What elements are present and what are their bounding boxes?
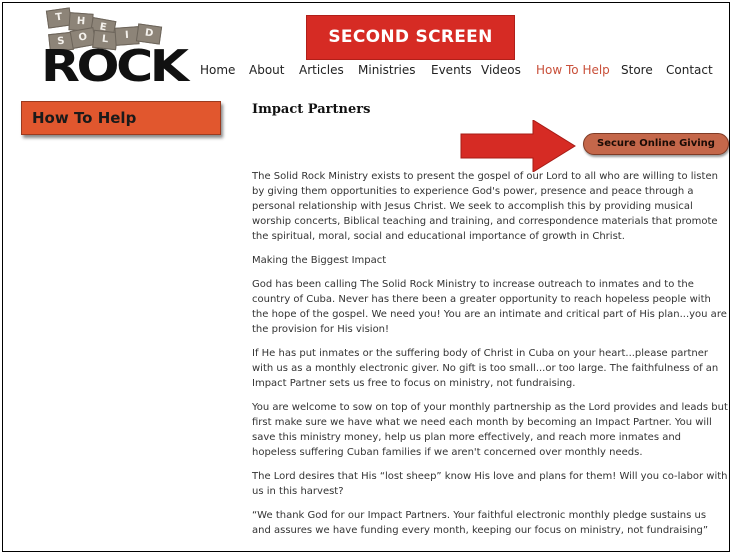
nav-about[interactable]: About	[249, 63, 284, 77]
sidebar-heading-how-to-help[interactable]: How To Help	[21, 101, 221, 135]
paragraph-sow: You are welcome to sow on top of your mo…	[252, 402, 728, 458]
paragraph-calling: God has been calling The Solid Rock Mini…	[252, 279, 727, 335]
paragraph-partner: If He has put inmates or the suffering b…	[252, 348, 719, 389]
main-nav: Home About Articles Ministries Events Vi…	[3, 63, 729, 83]
browser-page: T H E S O L I D ROCK Home About Articles…	[2, 2, 730, 552]
paragraph-mission: The Solid Rock Ministry exists to presen…	[252, 171, 718, 242]
page-title: Impact Partners	[252, 102, 371, 117]
nav-how-to-help[interactable]: How To Help	[536, 63, 610, 77]
main-content: The Solid Rock Ministry exists to presen…	[252, 169, 728, 547]
secure-online-giving-button[interactable]: Secure Online Giving	[583, 133, 729, 155]
paragraph-thanks: “We thank God for our Impact Partners. Y…	[252, 510, 709, 536]
nav-articles[interactable]: Articles	[299, 63, 344, 77]
nav-store[interactable]: Store	[621, 63, 653, 77]
nav-home[interactable]: Home	[200, 63, 235, 77]
nav-videos[interactable]: Videos	[481, 63, 521, 77]
paragraph-subheading: Making the Biggest Impact	[252, 255, 387, 266]
paragraph-lost-sheep: The Lord desires that His “lost sheep” k…	[252, 471, 728, 497]
nav-ministries[interactable]: Ministries	[358, 63, 416, 77]
arrow-right-icon	[460, 120, 576, 172]
nav-events[interactable]: Events	[431, 63, 472, 77]
second-screen-banner: SECOND SCREEN	[306, 15, 515, 60]
nav-contact[interactable]: Contact	[666, 63, 713, 77]
